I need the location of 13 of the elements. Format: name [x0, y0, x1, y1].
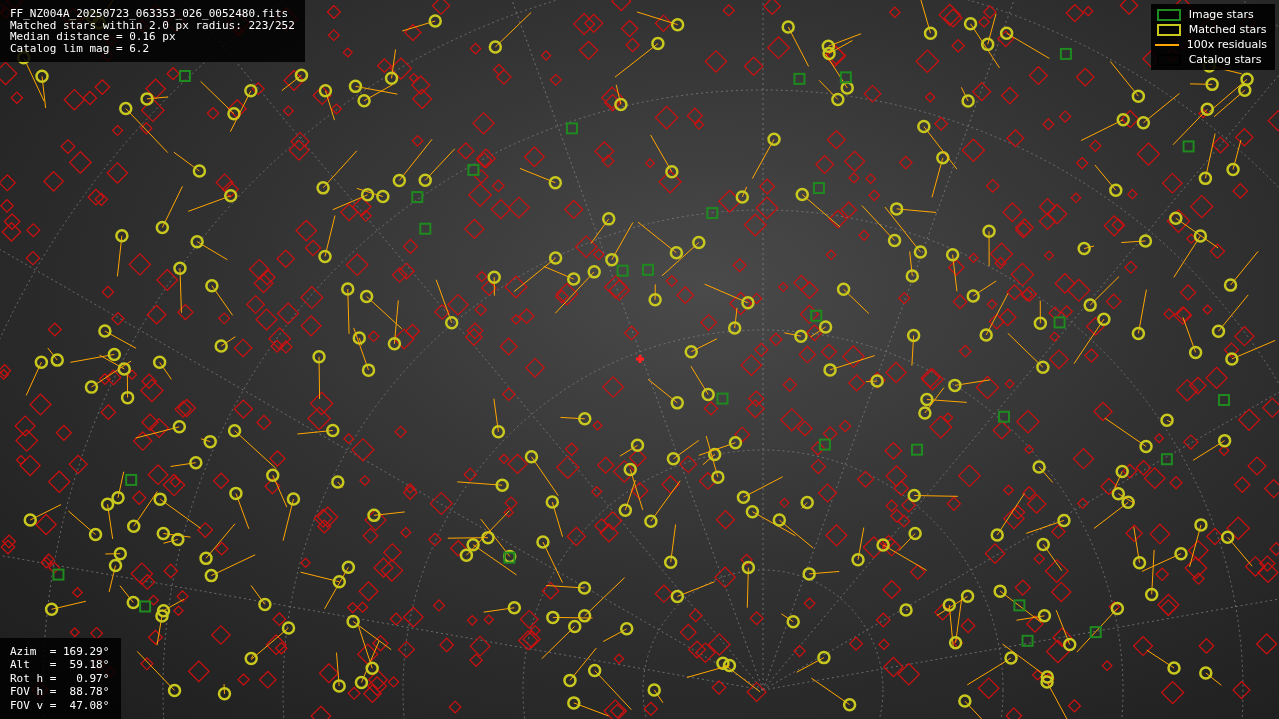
legend-label: Image stars [1188, 8, 1254, 21]
info-text: Catalog lim mag = 6.2 [10, 42, 151, 54]
pointing-text: Azim = 169.29° [10, 645, 110, 657]
pointing-text: Rot h = 0.97° [10, 672, 110, 684]
pointing-text: FOV v = 47.08° [10, 699, 110, 711]
legend-label: 100x residuals [1186, 38, 1267, 51]
legend-label: Catalog stars [1188, 53, 1262, 66]
legend-label: Matched stars [1188, 23, 1267, 36]
info-text: Median distance = 0.16 px [10, 31, 176, 43]
pointing-text: Alt = 59.18° [10, 659, 110, 671]
pointing-text: FOV h = 88.78° [10, 686, 110, 698]
info-text: Matched stars within 2.0 px radius: 223/252 [10, 19, 295, 31]
info-text: FF_NZ004A_20250723_063353_026_0052480.fits [10, 8, 290, 20]
